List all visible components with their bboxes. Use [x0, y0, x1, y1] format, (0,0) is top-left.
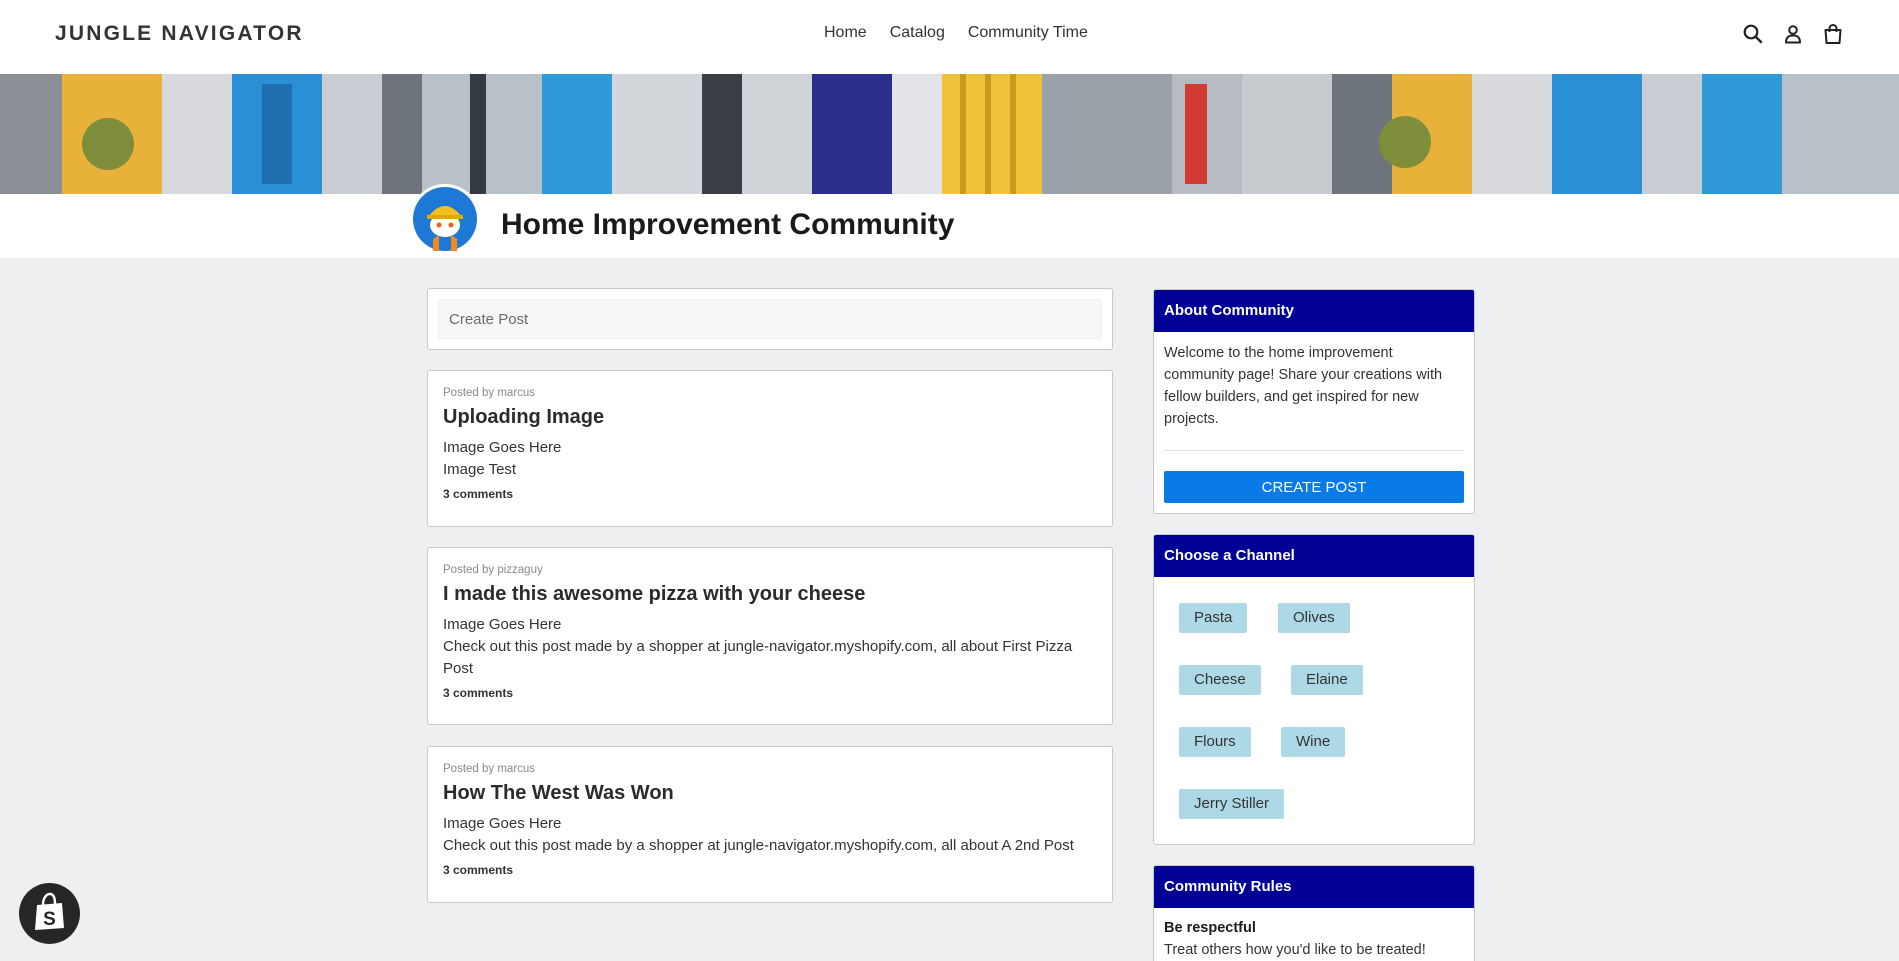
header-actions — [1741, 22, 1845, 46]
post-image-placeholder: Image Goes Here — [443, 815, 562, 832]
post-comments-link[interactable]: 3 comments — [443, 686, 1097, 700]
channel-chip-elaine[interactable]: Elaine — [1291, 665, 1363, 695]
post-comments-link[interactable]: 3 comments — [443, 487, 1097, 501]
post-author: Posted by pizzaguy — [443, 564, 543, 576]
community-rules-heading: Community Rules — [1154, 866, 1474, 908]
post-text: Image Test — [443, 461, 517, 478]
rule-item: Be respectful Treat others how you'd lik… — [1154, 908, 1474, 961]
post-card[interactable]: Posted by marcus How The West Was Won Im… — [427, 746, 1113, 903]
post-body: Image Goes Here Image Test — [443, 437, 1097, 481]
search-icon[interactable] — [1741, 22, 1765, 46]
nav-home[interactable]: Home — [824, 24, 867, 42]
nav-catalog[interactable]: Catalog — [890, 24, 945, 42]
rule-title: Be respectful — [1164, 920, 1256, 936]
channel-chip-pasta[interactable]: Pasta — [1179, 603, 1248, 633]
about-community-panel: About Community Welcome to the home impr… — [1153, 289, 1475, 514]
channel-chip-olives[interactable]: Olives — [1278, 603, 1350, 633]
account-icon[interactable] — [1781, 22, 1805, 46]
post-image-placeholder: Image Goes Here — [443, 616, 562, 633]
create-post-button[interactable]: CREATE POST — [1164, 471, 1464, 503]
create-post-card — [427, 288, 1113, 350]
community-banner — [0, 74, 1899, 194]
community-title: Home Improvement Community — [501, 208, 955, 241]
post-text: Check out this post made by a shopper at… — [443, 837, 1074, 854]
site-header: JUNGLE NAVIGATOR Home Catalog Community … — [0, 0, 1899, 74]
post-card[interactable]: Posted by marcus Uploading Image Image G… — [427, 370, 1113, 527]
cart-icon[interactable] — [1821, 22, 1845, 46]
main-nav: Home Catalog Community Time — [824, 24, 1088, 42]
post-author: Posted by marcus — [443, 387, 536, 399]
about-community-heading: About Community — [1154, 290, 1474, 332]
post-comments-link[interactable]: 3 comments — [443, 863, 1097, 877]
channel-heading: Choose a Channel — [1154, 535, 1474, 577]
channel-chip-jerry-stiller[interactable]: Jerry Stiller — [1179, 789, 1285, 819]
channel-panel: Choose a Channel Pasta Olives Cheese Ela… — [1153, 534, 1475, 845]
community-rules-panel: Community Rules Be respectful Treat othe… — [1153, 865, 1475, 961]
about-community-text: Welcome to the home improvement communit… — [1164, 345, 1443, 427]
channel-list: Pasta Olives Cheese Elaine Flours Wine J… — [1154, 577, 1474, 844]
community-avatar — [410, 184, 480, 254]
post-image-placeholder: Image Goes Here — [443, 439, 562, 456]
channel-chip-cheese[interactable]: Cheese — [1179, 665, 1261, 695]
svg-text:S: S — [43, 909, 56, 930]
channel-chip-flours[interactable]: Flours — [1179, 727, 1251, 757]
divider — [1164, 450, 1464, 451]
nav-community-time[interactable]: Community Time — [968, 24, 1088, 42]
shopify-bag-icon[interactable]: S — [19, 883, 80, 944]
site-logo[interactable]: JUNGLE NAVIGATOR — [55, 22, 304, 46]
rule-text: Treat others how you'd like to be treate… — [1164, 942, 1426, 958]
create-post-input[interactable] — [438, 299, 1102, 339]
post-body: Image Goes Here Check out this post made… — [443, 614, 1097, 680]
post-title[interactable]: Uploading Image — [443, 406, 1097, 429]
post-title[interactable]: I made this awesome pizza with your chee… — [443, 583, 1097, 606]
post-body: Image Goes Here Check out this post made… — [443, 813, 1097, 857]
post-card[interactable]: Posted by pizzaguy I made this awesome p… — [427, 547, 1113, 725]
post-title[interactable]: How The West Was Won — [443, 782, 1097, 805]
post-text: Check out this post made by a shopper at… — [443, 638, 1073, 677]
post-author: Posted by marcus — [443, 763, 536, 775]
channel-chip-wine[interactable]: Wine — [1281, 727, 1346, 757]
